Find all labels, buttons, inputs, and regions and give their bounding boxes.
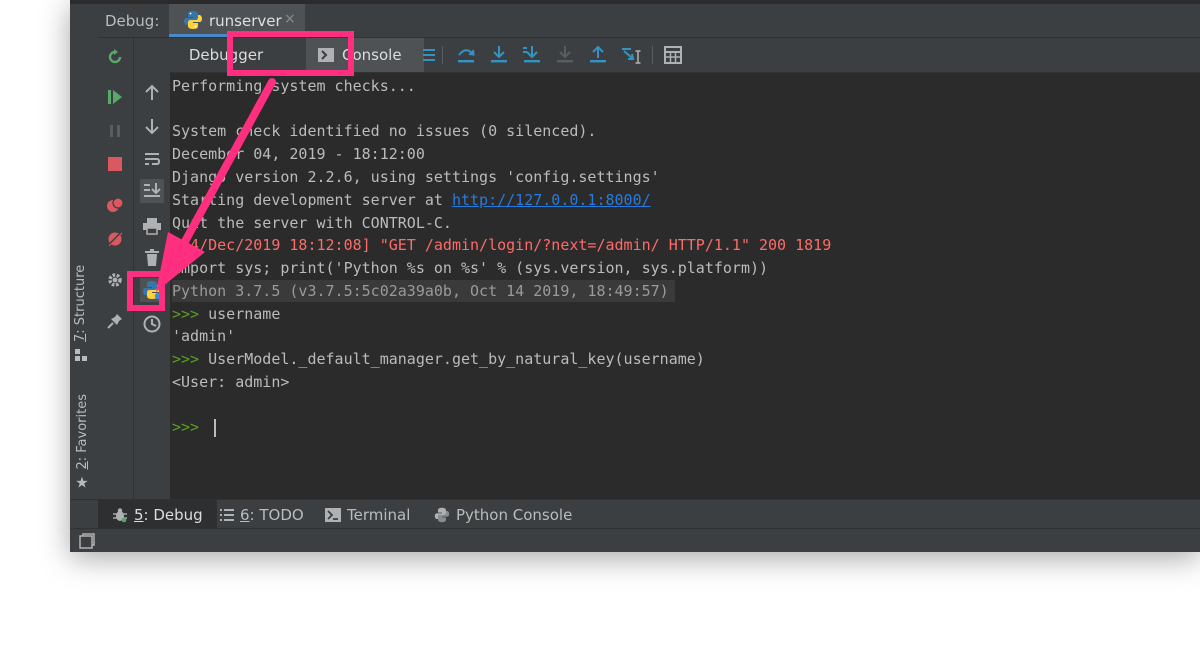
annotation-arrow: [156, 78, 276, 292]
